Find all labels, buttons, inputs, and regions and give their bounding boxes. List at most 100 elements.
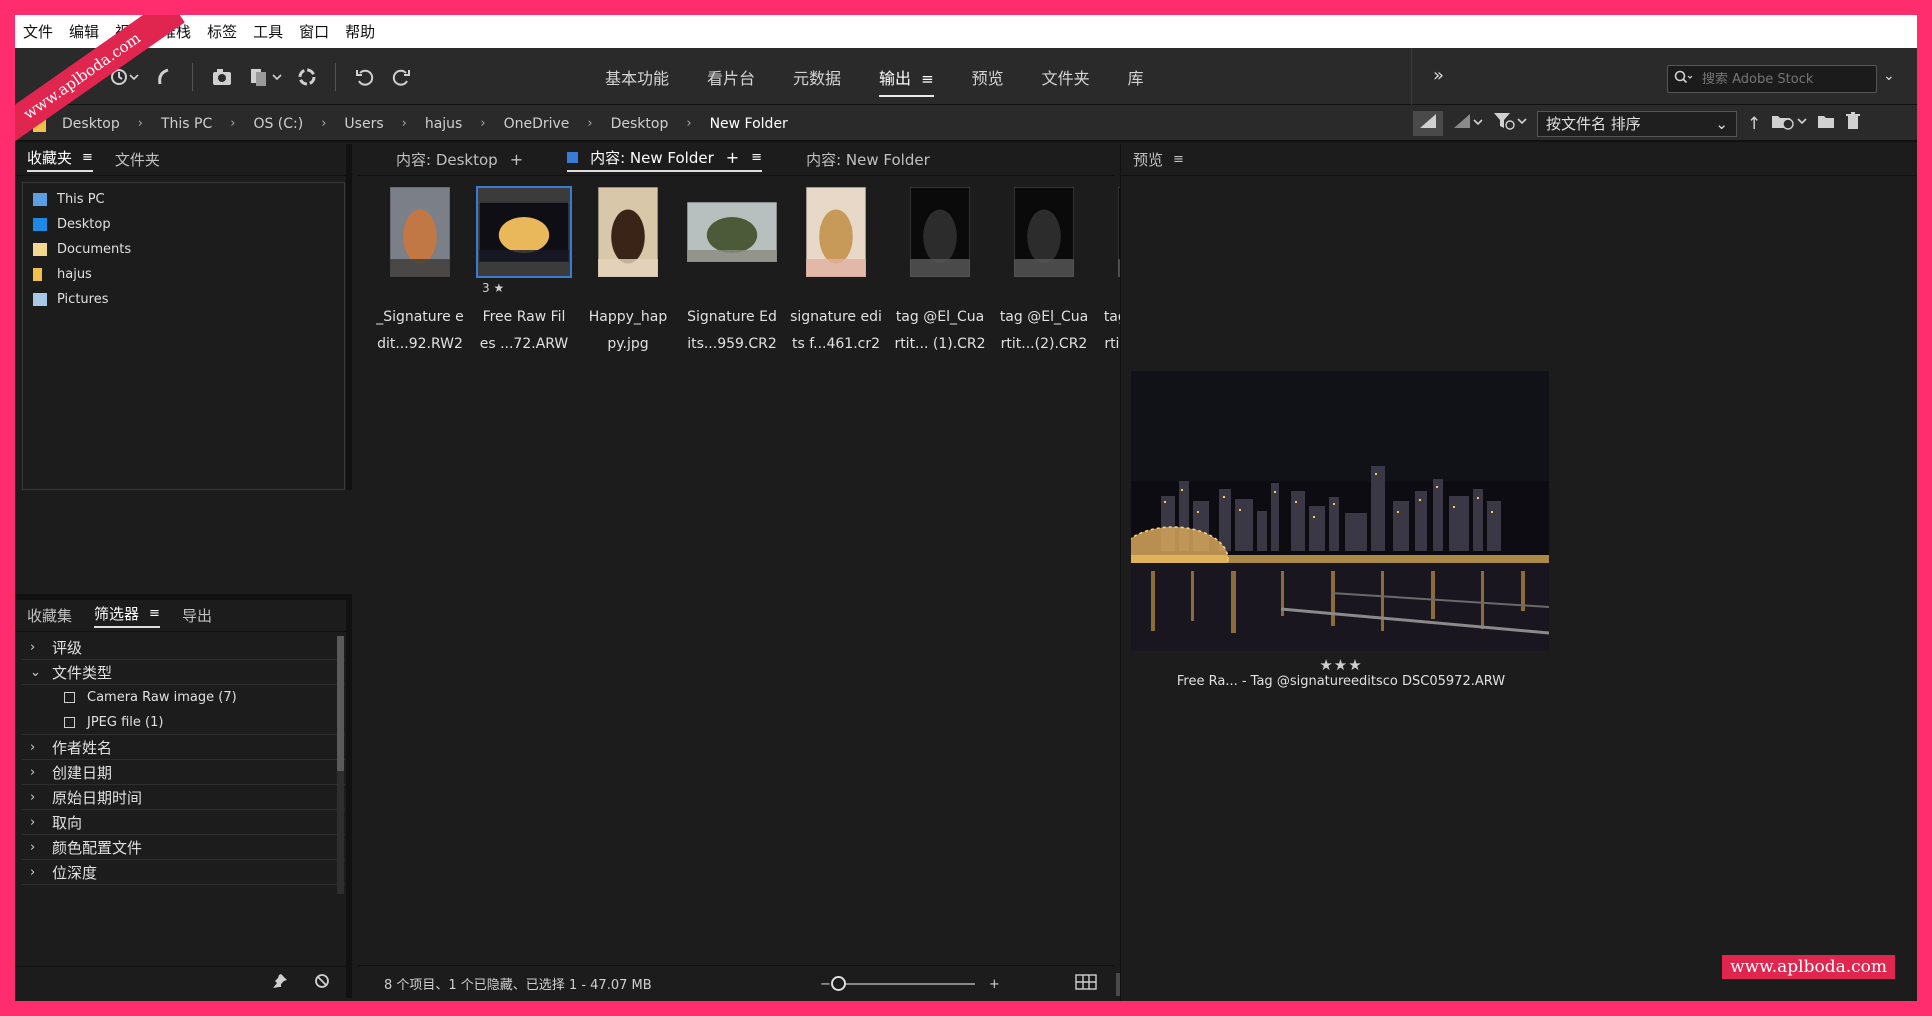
zoom-out-icon[interactable]: − bbox=[820, 977, 831, 992]
workspace-menu-icon[interactable]: ≡ bbox=[921, 70, 934, 88]
new-folder-icon[interactable] bbox=[1817, 113, 1835, 134]
favorite-pictures[interactable]: Pictures bbox=[23, 287, 344, 312]
filter-icon[interactable] bbox=[1493, 112, 1527, 135]
thumbnail-rating[interactable] bbox=[784, 278, 888, 298]
menu-tools[interactable]: 工具 bbox=[253, 21, 283, 42]
boomerang-icon[interactable] bbox=[154, 67, 174, 87]
favorite-desktop[interactable]: Desktop bbox=[23, 212, 344, 237]
filter-date-original[interactable]: › 原始日期时间 bbox=[22, 785, 345, 810]
sync-icon[interactable] bbox=[297, 67, 317, 87]
more-workspaces-icon[interactable]: » bbox=[1433, 65, 1444, 86]
sort-dropdown[interactable]: 按文件名 排序 ⌄ bbox=[1537, 110, 1737, 137]
thumbnail-item[interactable]: tag @El_Cua rtit... (1).CR2 bbox=[888, 186, 992, 358]
filter-file-type[interactable]: ⌄ 文件类型 bbox=[22, 660, 345, 685]
panel-menu-icon[interactable]: ≡ bbox=[149, 606, 160, 621]
chevron-right-icon[interactable]: › bbox=[230, 116, 235, 131]
scroll-thumb[interactable] bbox=[337, 636, 344, 771]
refine-icon[interactable] bbox=[249, 67, 283, 87]
thumbnail-rating[interactable]: 3 ★ bbox=[472, 278, 576, 298]
checkbox[interactable] bbox=[64, 692, 75, 703]
tab-filter[interactable]: 筛选器 ≡ bbox=[94, 603, 160, 628]
thumbnail-rating[interactable] bbox=[992, 278, 1096, 298]
thumbnail-item[interactable]: _Signature e dit...92.RW2 bbox=[368, 186, 472, 358]
filter-bit-depth[interactable]: › 位深度 bbox=[22, 860, 345, 885]
stock-search[interactable] bbox=[1667, 65, 1877, 93]
workspace-libraries[interactable]: 库 bbox=[1128, 65, 1144, 89]
thumbnail-item[interactable]: signature edi ts f...461.cr2 bbox=[784, 186, 888, 358]
add-tab-icon[interactable]: + bbox=[726, 148, 739, 167]
menu-window[interactable]: 窗口 bbox=[299, 21, 329, 42]
zoom-in-icon[interactable]: + bbox=[989, 977, 1000, 992]
workspace-output[interactable]: 输出 ≡ bbox=[879, 65, 934, 97]
favorite-hajus[interactable]: hajus bbox=[23, 262, 344, 287]
thumbnail-item[interactable]: 3 ★ Free Raw Fil es ...72.ARW bbox=[472, 186, 576, 358]
breadcrumb-current[interactable]: New Folder bbox=[710, 116, 788, 132]
tab-content-desktop[interactable]: 内容: Desktop + bbox=[396, 149, 523, 170]
breadcrumb-item[interactable]: OneDrive bbox=[504, 116, 570, 132]
chevron-down-icon[interactable]: ⌄ bbox=[1883, 68, 1895, 84]
preview-rating[interactable]: ★★★ bbox=[1121, 656, 1561, 674]
rotate-left-icon[interactable] bbox=[354, 67, 376, 87]
tab-collections[interactable]: 收藏集 bbox=[27, 605, 72, 626]
thumbnail-image-frame[interactable] bbox=[788, 186, 884, 278]
breadcrumb-item[interactable]: Users bbox=[344, 116, 383, 132]
breadcrumb-item[interactable]: Desktop bbox=[611, 116, 669, 132]
filter-scrollbar[interactable] bbox=[337, 636, 344, 894]
breadcrumb-item[interactable]: This PC bbox=[161, 116, 212, 132]
add-tab-icon[interactable]: + bbox=[510, 150, 523, 169]
thumbnail-image-frame[interactable] bbox=[580, 186, 676, 278]
filter-option-camera-raw[interactable]: Camera Raw image (7) bbox=[22, 685, 345, 710]
thumbnail-image-frame[interactable] bbox=[892, 186, 988, 278]
search-input[interactable] bbox=[1702, 71, 1862, 87]
chevron-right-icon[interactable]: › bbox=[138, 116, 143, 131]
preview-image[interactable] bbox=[1131, 371, 1549, 651]
rotate-right-icon[interactable] bbox=[390, 67, 412, 87]
tab-favorites[interactable]: 收藏夹 ≡ bbox=[27, 147, 93, 172]
tab-content-new-folder[interactable]: 内容: New Folder + ≡ bbox=[567, 147, 763, 172]
tab-export[interactable]: 导出 bbox=[182, 605, 212, 626]
pin-icon[interactable] bbox=[272, 973, 288, 993]
favorite-this-pc[interactable]: This PC bbox=[23, 187, 344, 212]
filter-option-jpeg[interactable]: JPEG file (1) bbox=[22, 710, 345, 735]
checkbox[interactable] bbox=[64, 716, 75, 728]
menu-file[interactable]: 文件 bbox=[23, 21, 53, 42]
thumbnail-rating[interactable] bbox=[888, 278, 992, 298]
quality-high-icon[interactable] bbox=[1413, 111, 1443, 136]
thumbnail-image-frame[interactable] bbox=[476, 186, 572, 278]
filter-orientation[interactable]: › 取向 bbox=[22, 810, 345, 835]
favorite-documents[interactable]: Documents bbox=[23, 237, 344, 262]
trash-icon[interactable] bbox=[1845, 112, 1861, 135]
menu-edit[interactable]: 编辑 bbox=[69, 21, 99, 42]
panel-menu-icon[interactable]: ≡ bbox=[751, 150, 762, 165]
chevron-right-icon[interactable]: › bbox=[480, 116, 485, 131]
chevron-right-icon[interactable]: › bbox=[587, 116, 592, 131]
thumbnail-item[interactable]: Signature Ed its...959.CR2 bbox=[680, 186, 784, 358]
thumbnail-size-slider[interactable] bbox=[830, 976, 975, 991]
thumbnail-rating[interactable] bbox=[576, 278, 680, 298]
tab-folders[interactable]: 文件夹 bbox=[115, 149, 160, 170]
chevron-right-icon[interactable]: › bbox=[686, 116, 691, 131]
sort-ascending-icon[interactable]: ↑ bbox=[1747, 114, 1761, 134]
chevron-right-icon[interactable]: › bbox=[402, 116, 407, 131]
menu-label[interactable]: 标签 bbox=[207, 21, 237, 42]
menu-help[interactable]: 帮助 bbox=[345, 21, 375, 42]
tab-content-new-folder-2[interactable]: 内容: New Folder bbox=[806, 149, 930, 170]
filter-color-profile[interactable]: › 颜色配置文件 bbox=[22, 835, 345, 860]
slider-knob[interactable] bbox=[830, 976, 846, 991]
thumbnail-quality-icon[interactable] bbox=[1453, 113, 1483, 134]
breadcrumb-item[interactable]: Desktop bbox=[62, 116, 120, 132]
clear-filter-icon[interactable] bbox=[314, 973, 330, 993]
breadcrumb-item[interactable]: hajus bbox=[425, 116, 463, 132]
thumbnail-rating[interactable] bbox=[680, 278, 784, 298]
filter-date-created[interactable]: › 创建日期 bbox=[22, 760, 345, 785]
camera-import-icon[interactable] bbox=[211, 67, 235, 87]
workspace-light-table[interactable]: 看片台 bbox=[707, 65, 755, 89]
workspace-folders[interactable]: 文件夹 bbox=[1042, 65, 1090, 89]
workspace-preview[interactable]: 预览 bbox=[972, 65, 1004, 89]
thumbnail-image-frame[interactable] bbox=[372, 186, 468, 278]
thumbnail-item[interactable]: Happy_hap py.jpg bbox=[576, 186, 680, 358]
open-recent-icon[interactable] bbox=[1771, 112, 1807, 135]
workspace-metadata[interactable]: 元数据 bbox=[793, 65, 841, 89]
filter-rating[interactable]: › 评级 bbox=[22, 635, 345, 660]
filter-author[interactable]: › 作者姓名 bbox=[22, 735, 345, 760]
